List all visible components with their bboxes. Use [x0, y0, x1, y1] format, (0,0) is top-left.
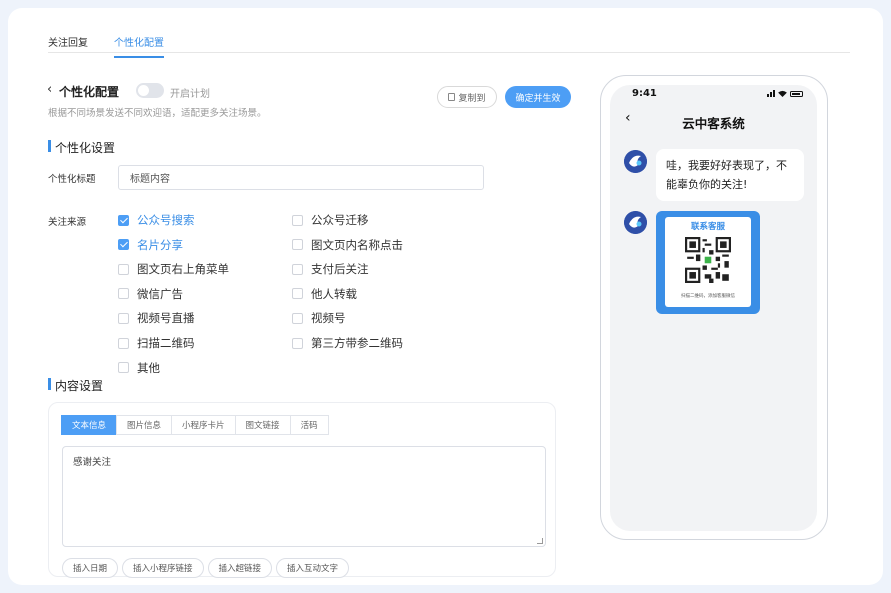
message-textarea[interactable]: 感谢关注	[62, 446, 546, 547]
tab-personalize-config[interactable]: 个性化配置	[114, 34, 164, 58]
checkbox-icon	[292, 337, 303, 349]
page-subtitle: 根据不同场景发送不同欢迎语，适配更多关注场景。	[48, 108, 267, 119]
source-checkbox[interactable]: 扫描二维码	[118, 335, 195, 351]
insert-hyperlink-button[interactable]: 插入超链接	[207, 558, 273, 578]
source-checkbox-label: 图文页右上角菜单	[137, 262, 229, 277]
insert-miniprogram-link-button[interactable]: 插入小程序链接	[122, 558, 204, 578]
copy-to-button[interactable]: 复制到	[437, 86, 497, 108]
checkbox-icon	[292, 288, 303, 300]
tab-text-message[interactable]: 文本信息	[61, 415, 118, 435]
source-checkbox-label: 视频号直播	[137, 311, 195, 326]
insert-interactive-text-button[interactable]: 插入互动文字	[276, 558, 350, 578]
source-checkbox-label: 支付后关注	[311, 262, 369, 277]
status-time: 9:41	[632, 88, 657, 99]
source-checkbox-label: 公众号迁移	[311, 213, 369, 227]
source-checkbox[interactable]: 其他	[118, 360, 160, 376]
source-checkbox-label: 第三方带参二维码	[311, 336, 403, 350]
source-checkbox-label: 视频号	[311, 311, 346, 326]
source-checkbox-label: 名片分享	[137, 237, 183, 252]
content-panel: 文本信息 图片信息 小程序卡片 图文链接 活码 感谢关注 插入日期 插入小程序链…	[48, 402, 556, 578]
source-checkbox[interactable]: 视频号直播	[118, 310, 195, 326]
source-checkbox[interactable]: 微信广告	[118, 286, 183, 302]
title-field-label: 个性化标题	[48, 174, 96, 185]
tab-image-message[interactable]: 图片信息	[116, 415, 173, 435]
page-title: 个性化配置	[59, 85, 120, 99]
qr-image-message: 联系客服 扫描二维码，添加客服微信	[656, 211, 760, 314]
tab-miniprogram-card[interactable]: 小程序卡片	[171, 415, 236, 435]
toggle-label: 开启计划	[170, 89, 210, 100]
section-content-title: 内容设置	[48, 377, 103, 394]
battery-icon	[790, 90, 803, 97]
source-checkbox-label: 扫描二维码	[137, 336, 195, 350]
source-checkbox-label: 公众号搜索	[137, 213, 195, 227]
checkbox-icon	[292, 312, 303, 324]
brand-avatar-icon	[624, 211, 647, 234]
top-tabs: 关注回复 个性化配置	[48, 34, 164, 58]
source-checkbox[interactable]: 公众号搜索	[118, 212, 195, 228]
phone-preview: 9:41 ‹ 云中客系统 哇，我要好好表现了，不能辜负你的关注! 联系客服 扫描…	[600, 75, 828, 540]
copy-to-label: 复制到	[458, 93, 486, 104]
source-checkbox[interactable]: 视频号	[292, 310, 346, 326]
checkbox-icon	[118, 312, 129, 324]
source-checkbox-label: 图文页内名称点击	[311, 237, 403, 252]
checkbox-icon	[118, 362, 129, 374]
checkbox-icon	[292, 214, 303, 226]
toggle-knob	[138, 85, 149, 96]
section-personalize-title: 个性化设置	[48, 139, 115, 156]
wifi-icon	[778, 90, 787, 97]
phone-chat-title: 云中客系统	[682, 116, 745, 131]
insert-button-row: 插入日期 插入小程序链接 插入超链接 插入互动文字	[62, 558, 350, 578]
checkbox-icon	[118, 288, 129, 300]
qr-code-icon	[685, 237, 731, 283]
source-checkbox[interactable]: 图文页内名称点击	[292, 237, 403, 253]
copy-icon	[448, 93, 456, 101]
tab-article-link[interactable]: 图文链接	[234, 415, 291, 435]
tab-follow-reply[interactable]: 关注回复	[48, 34, 88, 58]
tab-divider	[48, 52, 850, 53]
back-chevron-icon[interactable]: ‹	[47, 82, 52, 97]
checkbox-checked-icon	[118, 239, 129, 251]
title-input[interactable]: 标题内容	[118, 165, 484, 190]
checkbox-checked-icon	[118, 214, 129, 226]
signal-icon	[767, 90, 775, 97]
plan-toggle[interactable]	[136, 83, 164, 98]
source-checkbox[interactable]: 公众号迁移	[292, 212, 369, 228]
source-field-label: 关注来源	[48, 217, 87, 228]
checkbox-icon	[118, 263, 129, 275]
source-checkbox[interactable]: 图文页右上角菜单	[118, 261, 229, 277]
checkbox-icon	[118, 337, 129, 349]
source-checkbox-label: 微信广告	[137, 286, 183, 301]
insert-date-button[interactable]: 插入日期	[62, 558, 119, 578]
resize-handle-icon[interactable]	[537, 538, 543, 544]
checkbox-icon	[292, 263, 303, 275]
status-icons	[767, 90, 803, 97]
qr-card-caption: 扫描二维码，添加客服微信	[681, 294, 735, 299]
welcome-message-bubble: 哇，我要好好表现了，不能辜负你的关注!	[656, 149, 804, 201]
source-checkbox[interactable]: 支付后关注	[292, 261, 369, 277]
source-checkbox-label: 其他	[137, 360, 160, 375]
phone-screen: 9:41 ‹ 云中客系统 哇，我要好好表现了，不能辜负你的关注! 联系客服 扫描…	[610, 85, 817, 531]
brand-avatar-icon	[624, 150, 647, 173]
tab-live-code[interactable]: 活码	[289, 415, 329, 435]
qr-card-title: 联系客服	[690, 222, 725, 232]
source-checkbox[interactable]: 名片分享	[118, 237, 183, 253]
message-text: 感谢关注	[73, 457, 112, 468]
source-checkbox[interactable]: 第三方带参二维码	[292, 335, 403, 351]
source-checkbox-label: 他人转载	[311, 286, 357, 301]
confirm-button[interactable]: 确定并生效	[505, 86, 571, 108]
message-type-tabs: 文本信息 图片信息 小程序卡片 图文链接 活码	[61, 415, 329, 435]
qr-card-inner: 联系客服 扫描二维码，添加客服微信	[665, 217, 751, 307]
checkbox-icon	[292, 239, 303, 251]
source-checkbox[interactable]: 他人转载	[292, 286, 357, 302]
